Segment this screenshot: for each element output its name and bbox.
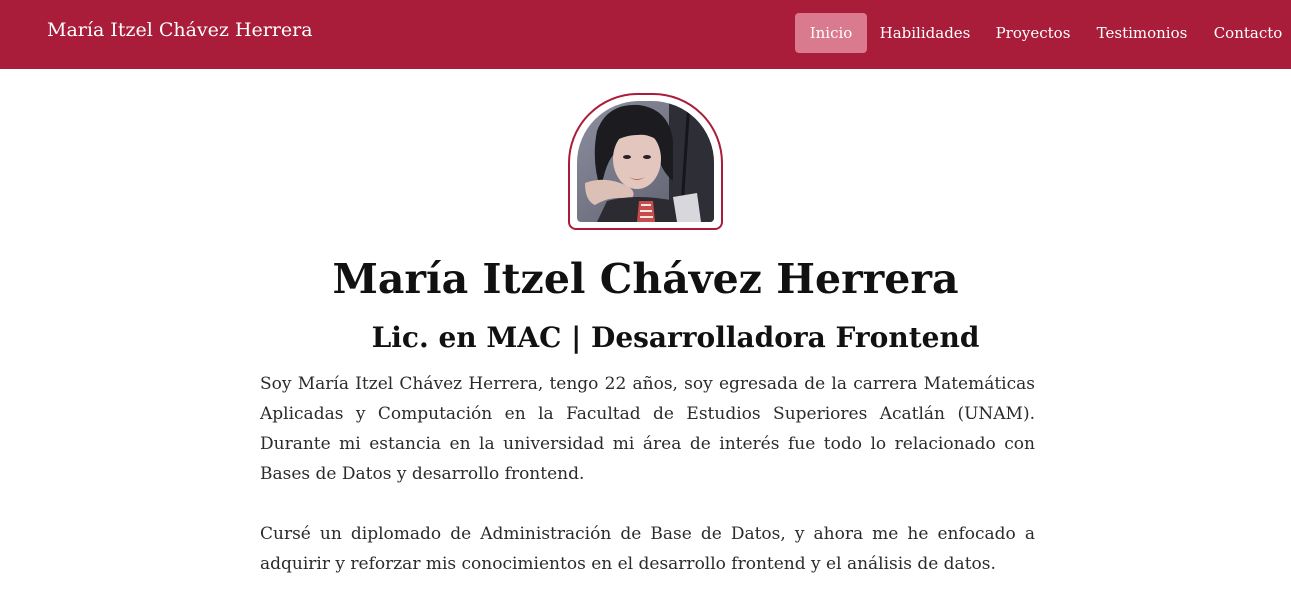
nav-item-proyectos[interactable]: Proyectos	[993, 13, 1073, 53]
navbar: María Itzel Chávez Herrera Inicio Habili…	[0, 0, 1291, 69]
about-paragraph-1: Soy María Itzel Chávez Herrera, tengo 22…	[260, 374, 1035, 484]
about-paragraph-2: Cursé un diplomado de Administración de …	[260, 524, 1035, 574]
nav-item-testimonios[interactable]: Testimonios	[1093, 13, 1191, 53]
avatar-photo	[577, 101, 714, 222]
hero-name: María Itzel Chávez Herrera	[332, 255, 959, 303]
nav-item-contacto[interactable]: Contacto	[1211, 13, 1285, 53]
hero-subtitle: Lic. en MAC | Desarrolladora Frontend	[371, 321, 980, 354]
brand-title[interactable]: María Itzel Chávez Herrera	[47, 19, 313, 41]
nav-item-habilidades[interactable]: Habilidades	[877, 13, 973, 53]
avatar-illustration	[577, 101, 714, 222]
avatar-frame	[568, 93, 723, 230]
nav-item-inicio[interactable]: Inicio	[795, 13, 867, 53]
